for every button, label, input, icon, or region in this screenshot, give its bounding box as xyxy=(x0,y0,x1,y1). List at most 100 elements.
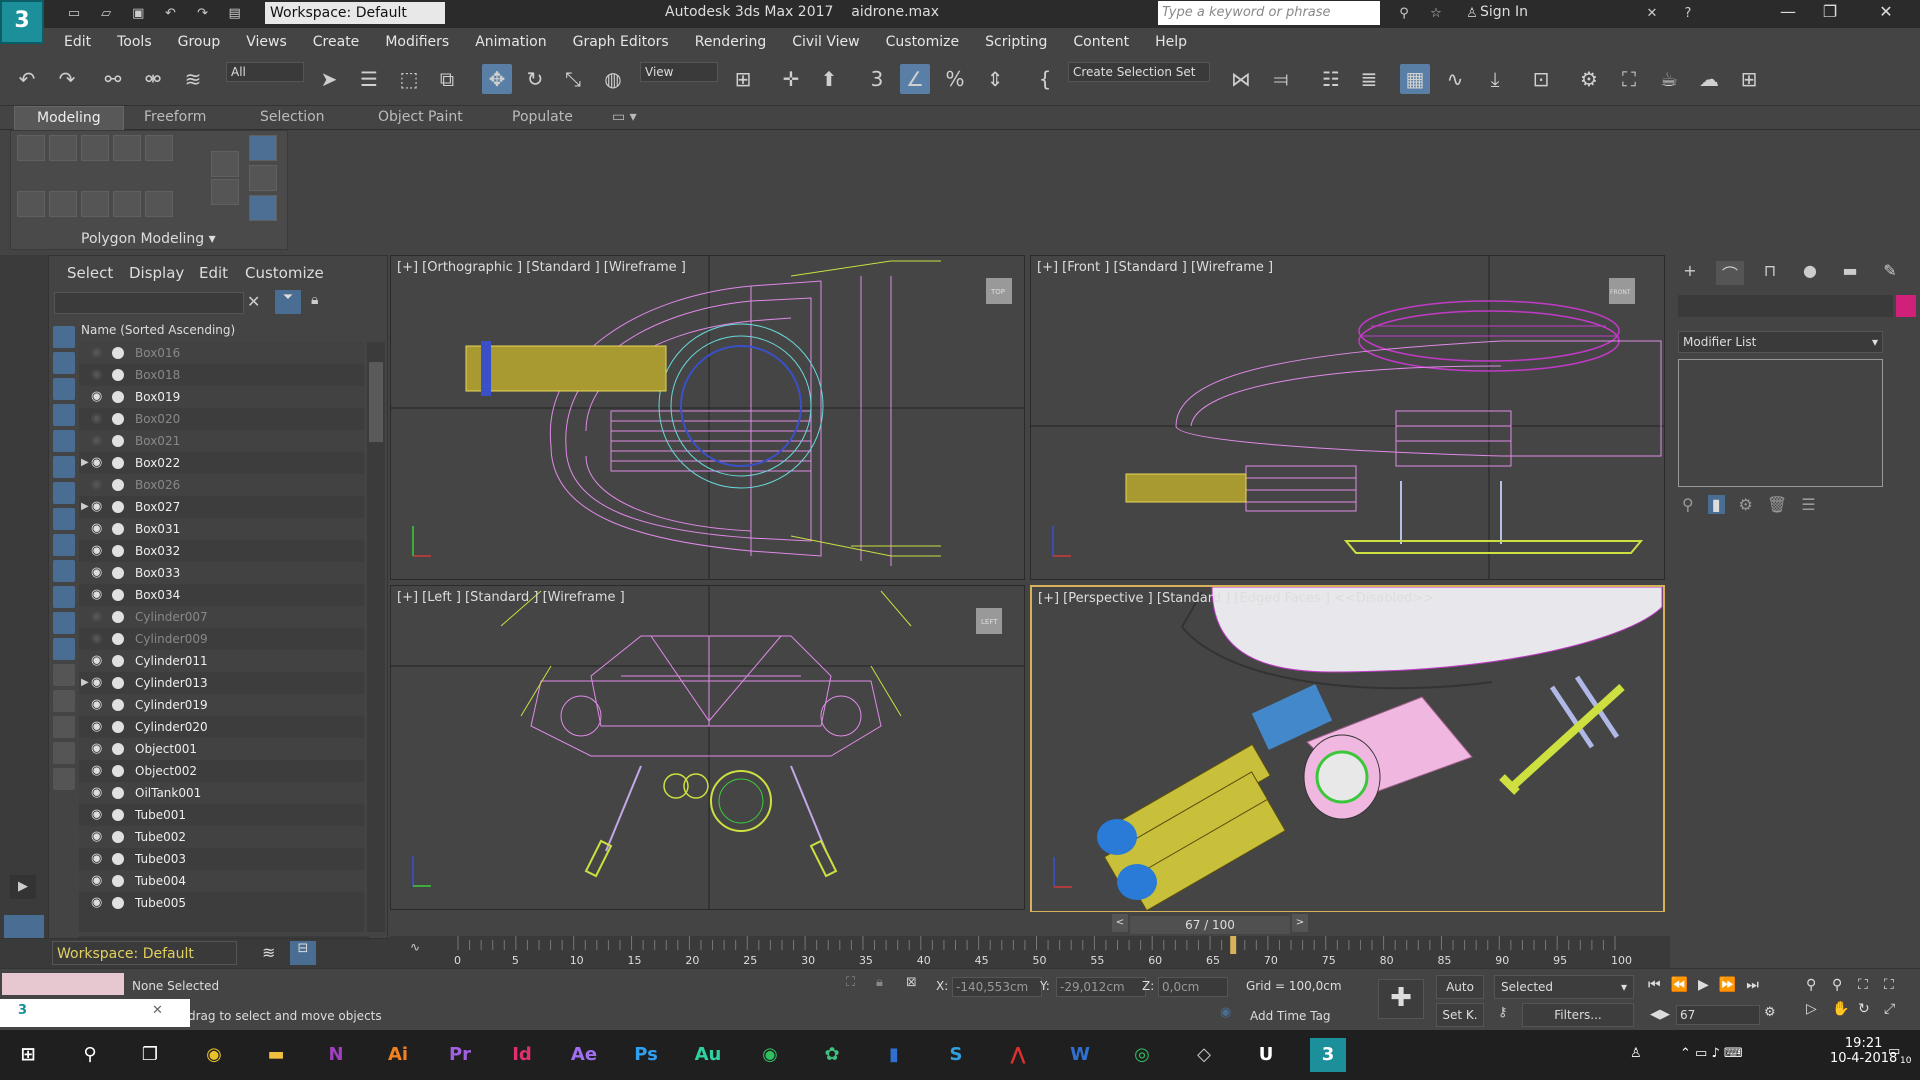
time-slider[interactable]: < 67 / 100 > xyxy=(390,912,1670,936)
display-frozen-icon[interactable] xyxy=(53,612,75,634)
show-end-result-icon[interactable]: ▮ xyxy=(1707,495,1725,514)
visibility-eye-icon[interactable]: ◉ xyxy=(91,386,107,408)
app-icon[interactable]: ✿ xyxy=(814,1038,850,1072)
ignore-backfacing-icon[interactable] xyxy=(145,191,173,217)
expand-arrow-icon[interactable]: ▶ xyxy=(81,672,89,694)
whatsapp-icon[interactable]: ◎ xyxy=(1124,1038,1160,1072)
restore-button[interactable]: ❐ xyxy=(1810,2,1850,21)
set-key-icon[interactable]: ✚ xyxy=(1378,979,1424,1019)
explorer-row[interactable]: ◉ Tube002 xyxy=(79,826,364,848)
sign-in-button[interactable]: Sign In xyxy=(1480,4,1528,20)
modify-mode-icon[interactable] xyxy=(17,191,45,217)
notepad-icon[interactable]: ▮ xyxy=(876,1038,912,1072)
renderable-icon[interactable] xyxy=(112,501,124,513)
viewport-label-perspective[interactable]: [+] [Perspective ] [Standard ] [Edged Fa… xyxy=(1038,591,1434,606)
rendered-frame-window-icon[interactable]: ⛶ xyxy=(1614,64,1644,94)
utilities-tab-icon[interactable]: ✎ xyxy=(1876,261,1904,285)
render-production-icon[interactable]: ☕ xyxy=(1654,64,1684,94)
render-setup-icon[interactable]: ⚙ xyxy=(1574,64,1604,94)
explorer-menu-customize[interactable]: Customize xyxy=(245,264,324,282)
unreal-icon[interactable]: U xyxy=(1248,1038,1284,1072)
isolate-selection-icon[interactable]: ⛶ xyxy=(846,975,855,990)
create-tab-icon[interactable]: + xyxy=(1676,261,1704,285)
undo-icon[interactable]: ↶ xyxy=(158,4,182,24)
absolute-mode-icon[interactable]: ⊠ xyxy=(906,975,917,990)
display-geometry-icon[interactable] xyxy=(53,326,75,348)
project-icon[interactable]: ▤ xyxy=(223,4,247,24)
percent-snap-icon[interactable]: % xyxy=(940,64,970,94)
pivot-center-icon[interactable]: ⊞ xyxy=(728,64,758,94)
visibility-eye-icon[interactable]: ◉ xyxy=(91,408,107,430)
go-to-end-icon[interactable]: ⏭ xyxy=(1746,977,1759,993)
visibility-eye-icon[interactable]: ◉ xyxy=(91,342,107,364)
select-object-icon[interactable]: ➤ xyxy=(314,64,344,94)
modify-tab-icon[interactable]: ⌒ xyxy=(1716,261,1744,285)
visibility-eye-icon[interactable]: ◉ xyxy=(91,672,107,694)
explorer-row[interactable]: ◉ Box026 xyxy=(79,474,364,496)
select-and-scale-icon[interactable]: ⤡ xyxy=(558,64,588,94)
scrollbar-thumb[interactable] xyxy=(369,362,383,442)
visibility-eye-icon[interactable]: ◉ xyxy=(91,540,107,562)
display-hidden-icon[interactable] xyxy=(53,638,75,660)
explorer-menu-display[interactable]: Display xyxy=(129,264,184,282)
onenote-icon[interactable]: N xyxy=(318,1038,354,1072)
renderable-icon[interactable] xyxy=(112,897,124,909)
visibility-eye-icon[interactable]: ◉ xyxy=(91,518,107,540)
search-input[interactable]: Type a keyword or phrase xyxy=(1158,1,1380,25)
pan-icon[interactable]: ✋ xyxy=(1832,1001,1858,1017)
menu-group[interactable]: Group xyxy=(166,28,235,56)
menu-rendering[interactable]: Rendering xyxy=(683,28,781,56)
renderable-icon[interactable] xyxy=(112,765,124,777)
viewport-label-orthographic[interactable]: [+] [Orthographic ] [Standard ] [Wirefra… xyxy=(397,260,686,275)
visibility-eye-icon[interactable]: ◉ xyxy=(91,870,107,892)
visibility-eye-icon[interactable]: ◉ xyxy=(91,364,107,386)
renderable-icon[interactable] xyxy=(112,391,124,403)
remove-modifier-icon[interactable]: 🗑︎ xyxy=(1767,495,1787,514)
display-containers-icon[interactable] xyxy=(53,560,75,582)
invert-display-icon[interactable] xyxy=(53,716,75,738)
sort-icon[interactable]: ⊟ xyxy=(290,941,316,965)
illustrator-icon[interactable]: Ai xyxy=(380,1038,416,1072)
explorer-row[interactable]: ◉ Tube001 xyxy=(79,804,364,826)
preserve-uvs-icon[interactable] xyxy=(49,191,77,217)
select-manipulate-icon[interactable]: ✛ xyxy=(776,64,806,94)
bind-space-warp-icon[interactable]: ≋ xyxy=(178,64,208,94)
explorer-menu-edit[interactable]: Edit xyxy=(199,264,228,282)
renderable-icon[interactable] xyxy=(112,413,124,425)
visibility-eye-icon[interactable]: ◉ xyxy=(91,716,107,738)
visibility-eye-icon[interactable]: ◉ xyxy=(91,804,107,826)
mirror-icon[interactable]: ⋈ xyxy=(1226,64,1256,94)
undo-icon[interactable]: ↶ xyxy=(12,64,42,94)
explorer-row[interactable]: ◉ Cylinder009 xyxy=(79,628,364,650)
visibility-eye-icon[interactable]: ◉ xyxy=(91,892,107,914)
explorer-row[interactable]: ◉ Cylinder019 xyxy=(79,694,364,716)
selection-lock-icon[interactable]: 🔒︎ xyxy=(876,975,883,990)
menu-customize[interactable]: Customize xyxy=(874,28,974,56)
renderable-icon[interactable] xyxy=(112,545,124,557)
explorer-column-header[interactable]: Name (Sorted Ascending) xyxy=(79,320,385,340)
renderable-icon[interactable] xyxy=(112,435,124,447)
menu-content[interactable]: Content xyxy=(1061,28,1143,56)
object-name-field[interactable] xyxy=(1678,295,1893,317)
explorer-row[interactable]: ▶ ◉ Box027 xyxy=(79,496,364,518)
maximize-viewport-icon[interactable]: ⤢ xyxy=(1884,1001,1910,1017)
visibility-eye-icon[interactable]: ◉ xyxy=(91,738,107,760)
task-view-icon[interactable]: ❐ xyxy=(132,1038,168,1072)
taskbar-preview[interactable]: 3 ✕ xyxy=(0,999,190,1027)
search-icon[interactable]: ⚲ xyxy=(72,1038,108,1072)
find-icon[interactable] xyxy=(53,768,75,790)
explorer-row[interactable]: ◉ Box019 xyxy=(79,386,364,408)
renderable-icon[interactable] xyxy=(112,853,124,865)
explorer-row[interactable]: ◉ Cylinder011 xyxy=(79,650,364,672)
clear-filter-icon[interactable]: ✕ xyxy=(247,292,260,311)
unlink-icon[interactable]: ⚮ xyxy=(138,64,168,94)
display-space-warps-icon[interactable] xyxy=(53,456,75,478)
show-end-result-icon[interactable] xyxy=(113,191,141,217)
renderable-icon[interactable] xyxy=(112,479,124,491)
explorer-row[interactable]: ◉ Tube004 xyxy=(79,870,364,892)
explorer-row[interactable]: ◉ Box016 xyxy=(79,342,364,364)
modifier-list-dropdown[interactable]: Modifier List ▾ xyxy=(1678,331,1883,353)
after-effects-icon[interactable]: Ae xyxy=(566,1038,602,1072)
explorer-scrollbar[interactable] xyxy=(367,342,385,932)
menu-modifiers[interactable]: Modifiers xyxy=(373,28,463,56)
